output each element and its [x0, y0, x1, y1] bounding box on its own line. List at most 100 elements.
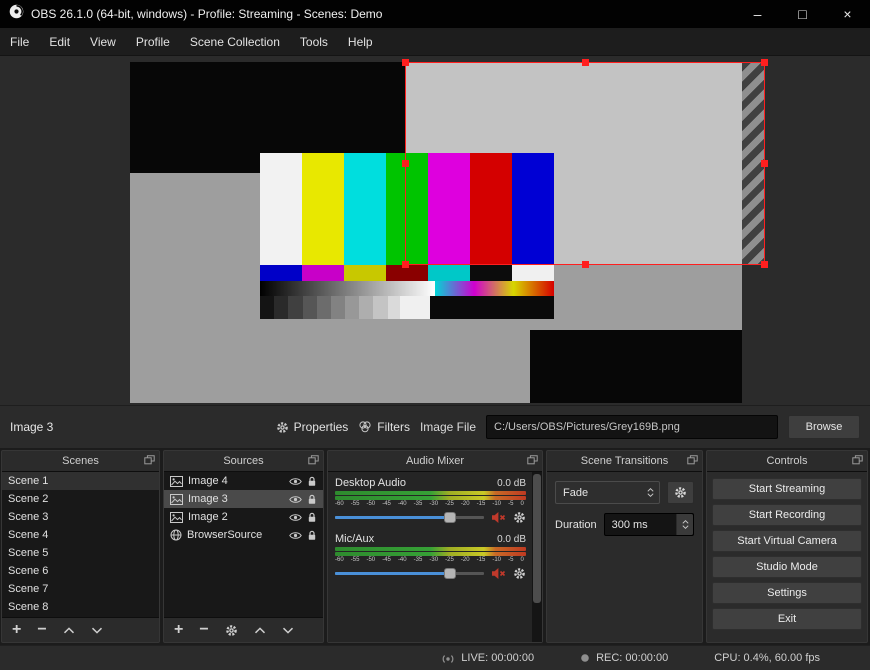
source-up-button[interactable] — [254, 626, 266, 634]
duration-label: Duration — [555, 518, 597, 531]
preview-gray-gradient — [260, 281, 435, 296]
remove-scene-button[interactable]: − — [37, 622, 46, 638]
start-virtual-camera-button[interactable]: Start Virtual Camera — [712, 530, 862, 552]
menu-profile[interactable]: Profile — [126, 28, 180, 55]
transition-properties-gear-icon[interactable] — [667, 481, 694, 504]
combo-arrows-icon[interactable] — [645, 488, 656, 497]
volume-slider[interactable] — [335, 567, 484, 580]
globe-icon — [170, 529, 182, 541]
selected-source-name: Image 3 — [10, 420, 54, 434]
selection-handle-top-left[interactable] — [402, 59, 409, 66]
lock-icon[interactable] — [307, 476, 317, 487]
transition-value: Fade — [563, 486, 589, 499]
add-scene-button[interactable]: + — [12, 622, 21, 638]
scene-row[interactable]: Scene 8 — [2, 598, 159, 616]
source-row[interactable]: Image 4 — [164, 472, 323, 490]
image-file-input[interactable] — [486, 415, 778, 439]
minimize-button[interactable]: – — [735, 0, 780, 28]
source-row[interactable]: Image 3 — [164, 490, 323, 508]
visibility-eye-icon[interactable] — [289, 477, 302, 486]
obs-logo-icon[interactable] — [9, 4, 24, 24]
selection-box[interactable] — [402, 59, 768, 268]
popout-icon[interactable] — [308, 455, 319, 465]
scene-row[interactable]: Scene 6 — [2, 562, 159, 580]
mute-speaker-icon[interactable] — [491, 567, 506, 580]
audio-mixer-header[interactable]: Audio Mixer — [328, 451, 542, 471]
popout-icon[interactable] — [527, 455, 538, 465]
preview-black-strip — [430, 296, 554, 319]
maximize-button[interactable]: □ — [780, 0, 825, 28]
filters-button[interactable]: Filters — [358, 420, 410, 434]
scene-row[interactable]: Scene 4 — [2, 526, 159, 544]
remove-source-button[interactable]: − — [199, 622, 208, 638]
selection-handle-mid-left[interactable] — [402, 160, 409, 167]
popout-icon[interactable] — [852, 455, 863, 465]
visibility-eye-icon[interactable] — [289, 531, 302, 540]
scene-transitions-header[interactable]: Scene Transitions — [547, 451, 702, 471]
studio-mode-button[interactable]: Studio Mode — [712, 556, 862, 578]
selection-handle-bottom-center[interactable] — [581, 261, 589, 268]
source-row[interactable]: BrowserSource — [164, 526, 323, 544]
selection-handle-mid-right[interactable] — [761, 160, 768, 167]
menu-tools[interactable]: Tools — [290, 28, 338, 55]
scene-up-button[interactable] — [63, 626, 75, 634]
lock-icon[interactable] — [307, 494, 317, 505]
lock-icon[interactable] — [307, 530, 317, 541]
channel-settings-gear-icon[interactable] — [513, 567, 526, 580]
mixer-scrollbar[interactable] — [532, 472, 542, 642]
volume-slider-handle[interactable] — [443, 512, 456, 523]
source-label: Image 3 — [188, 493, 228, 505]
scenes-header[interactable]: Scenes — [2, 451, 159, 471]
duration-value: 300 ms — [611, 518, 648, 531]
source-toolbar-group: Properties Filters Image File Browse — [276, 415, 860, 439]
menu-file[interactable]: File — [0, 28, 39, 55]
selection-handle-bottom-right[interactable] — [761, 261, 768, 268]
mixer-scrollbar-thumb[interactable] — [533, 474, 541, 604]
visibility-eye-icon[interactable] — [289, 495, 302, 504]
controls-header[interactable]: Controls — [707, 451, 867, 471]
duration-spinbox[interactable]: 300 ms — [603, 513, 694, 536]
browse-button[interactable]: Browse — [788, 415, 860, 439]
scene-row[interactable]: Scene 5 — [2, 544, 159, 562]
close-button[interactable]: × — [825, 0, 870, 28]
source-down-button[interactable] — [282, 627, 294, 634]
spin-arrows-icon[interactable] — [676, 514, 693, 535]
popout-icon[interactable] — [144, 455, 155, 465]
sources-header[interactable]: Sources — [164, 451, 323, 471]
scene-row[interactable]: Scene 2 — [2, 490, 159, 508]
popout-icon[interactable] — [687, 455, 698, 465]
scene-down-button[interactable] — [91, 627, 103, 634]
exit-button[interactable]: Exit — [712, 608, 862, 630]
audio-mixer-body: Desktop Audio 0.0 dB -60 -55 -50 -45 -40 -35-… — [328, 471, 542, 642]
selection-handle-bottom-left[interactable] — [402, 261, 409, 268]
volume-slider-handle[interactable] — [443, 568, 456, 579]
lock-icon[interactable] — [307, 512, 317, 523]
rec-time: REC: 00:00:00 — [596, 652, 669, 664]
mute-speaker-icon[interactable] — [491, 511, 506, 524]
visibility-eye-icon[interactable] — [289, 513, 302, 522]
properties-label: Properties — [293, 420, 349, 434]
preview-rainbow-gradient — [435, 281, 554, 296]
start-streaming-button[interactable]: Start Streaming — [712, 478, 862, 500]
titlebar: OBS 26.1.0 (64-bit, windows) - Profile: … — [0, 0, 870, 28]
add-source-button[interactable]: + — [174, 622, 183, 638]
volume-slider[interactable] — [335, 511, 484, 524]
properties-button[interactable]: Properties — [276, 420, 349, 434]
menu-scene-collection[interactable]: Scene Collection — [180, 28, 290, 55]
selection-handle-top-center[interactable] — [581, 59, 589, 66]
menu-help[interactable]: Help — [338, 28, 383, 55]
menu-view[interactable]: View — [80, 28, 126, 55]
transition-select[interactable]: Fade — [555, 481, 660, 504]
source-properties-gear-icon[interactable] — [225, 624, 238, 637]
start-recording-button[interactable]: Start Recording — [712, 504, 862, 526]
settings-button[interactable]: Settings — [712, 582, 862, 604]
scene-row[interactable]: Scene 1 — [2, 472, 159, 490]
filters-label: Filters — [377, 420, 410, 434]
source-row[interactable]: Image 2 — [164, 508, 323, 526]
selection-handle-top-right[interactable] — [761, 59, 768, 66]
channel-settings-gear-icon[interactable] — [513, 511, 526, 524]
menu-edit[interactable]: Edit — [39, 28, 80, 55]
scene-row[interactable]: Scene 7 — [2, 580, 159, 598]
preview-white-block — [400, 296, 430, 319]
scene-row[interactable]: Scene 3 — [2, 508, 159, 526]
